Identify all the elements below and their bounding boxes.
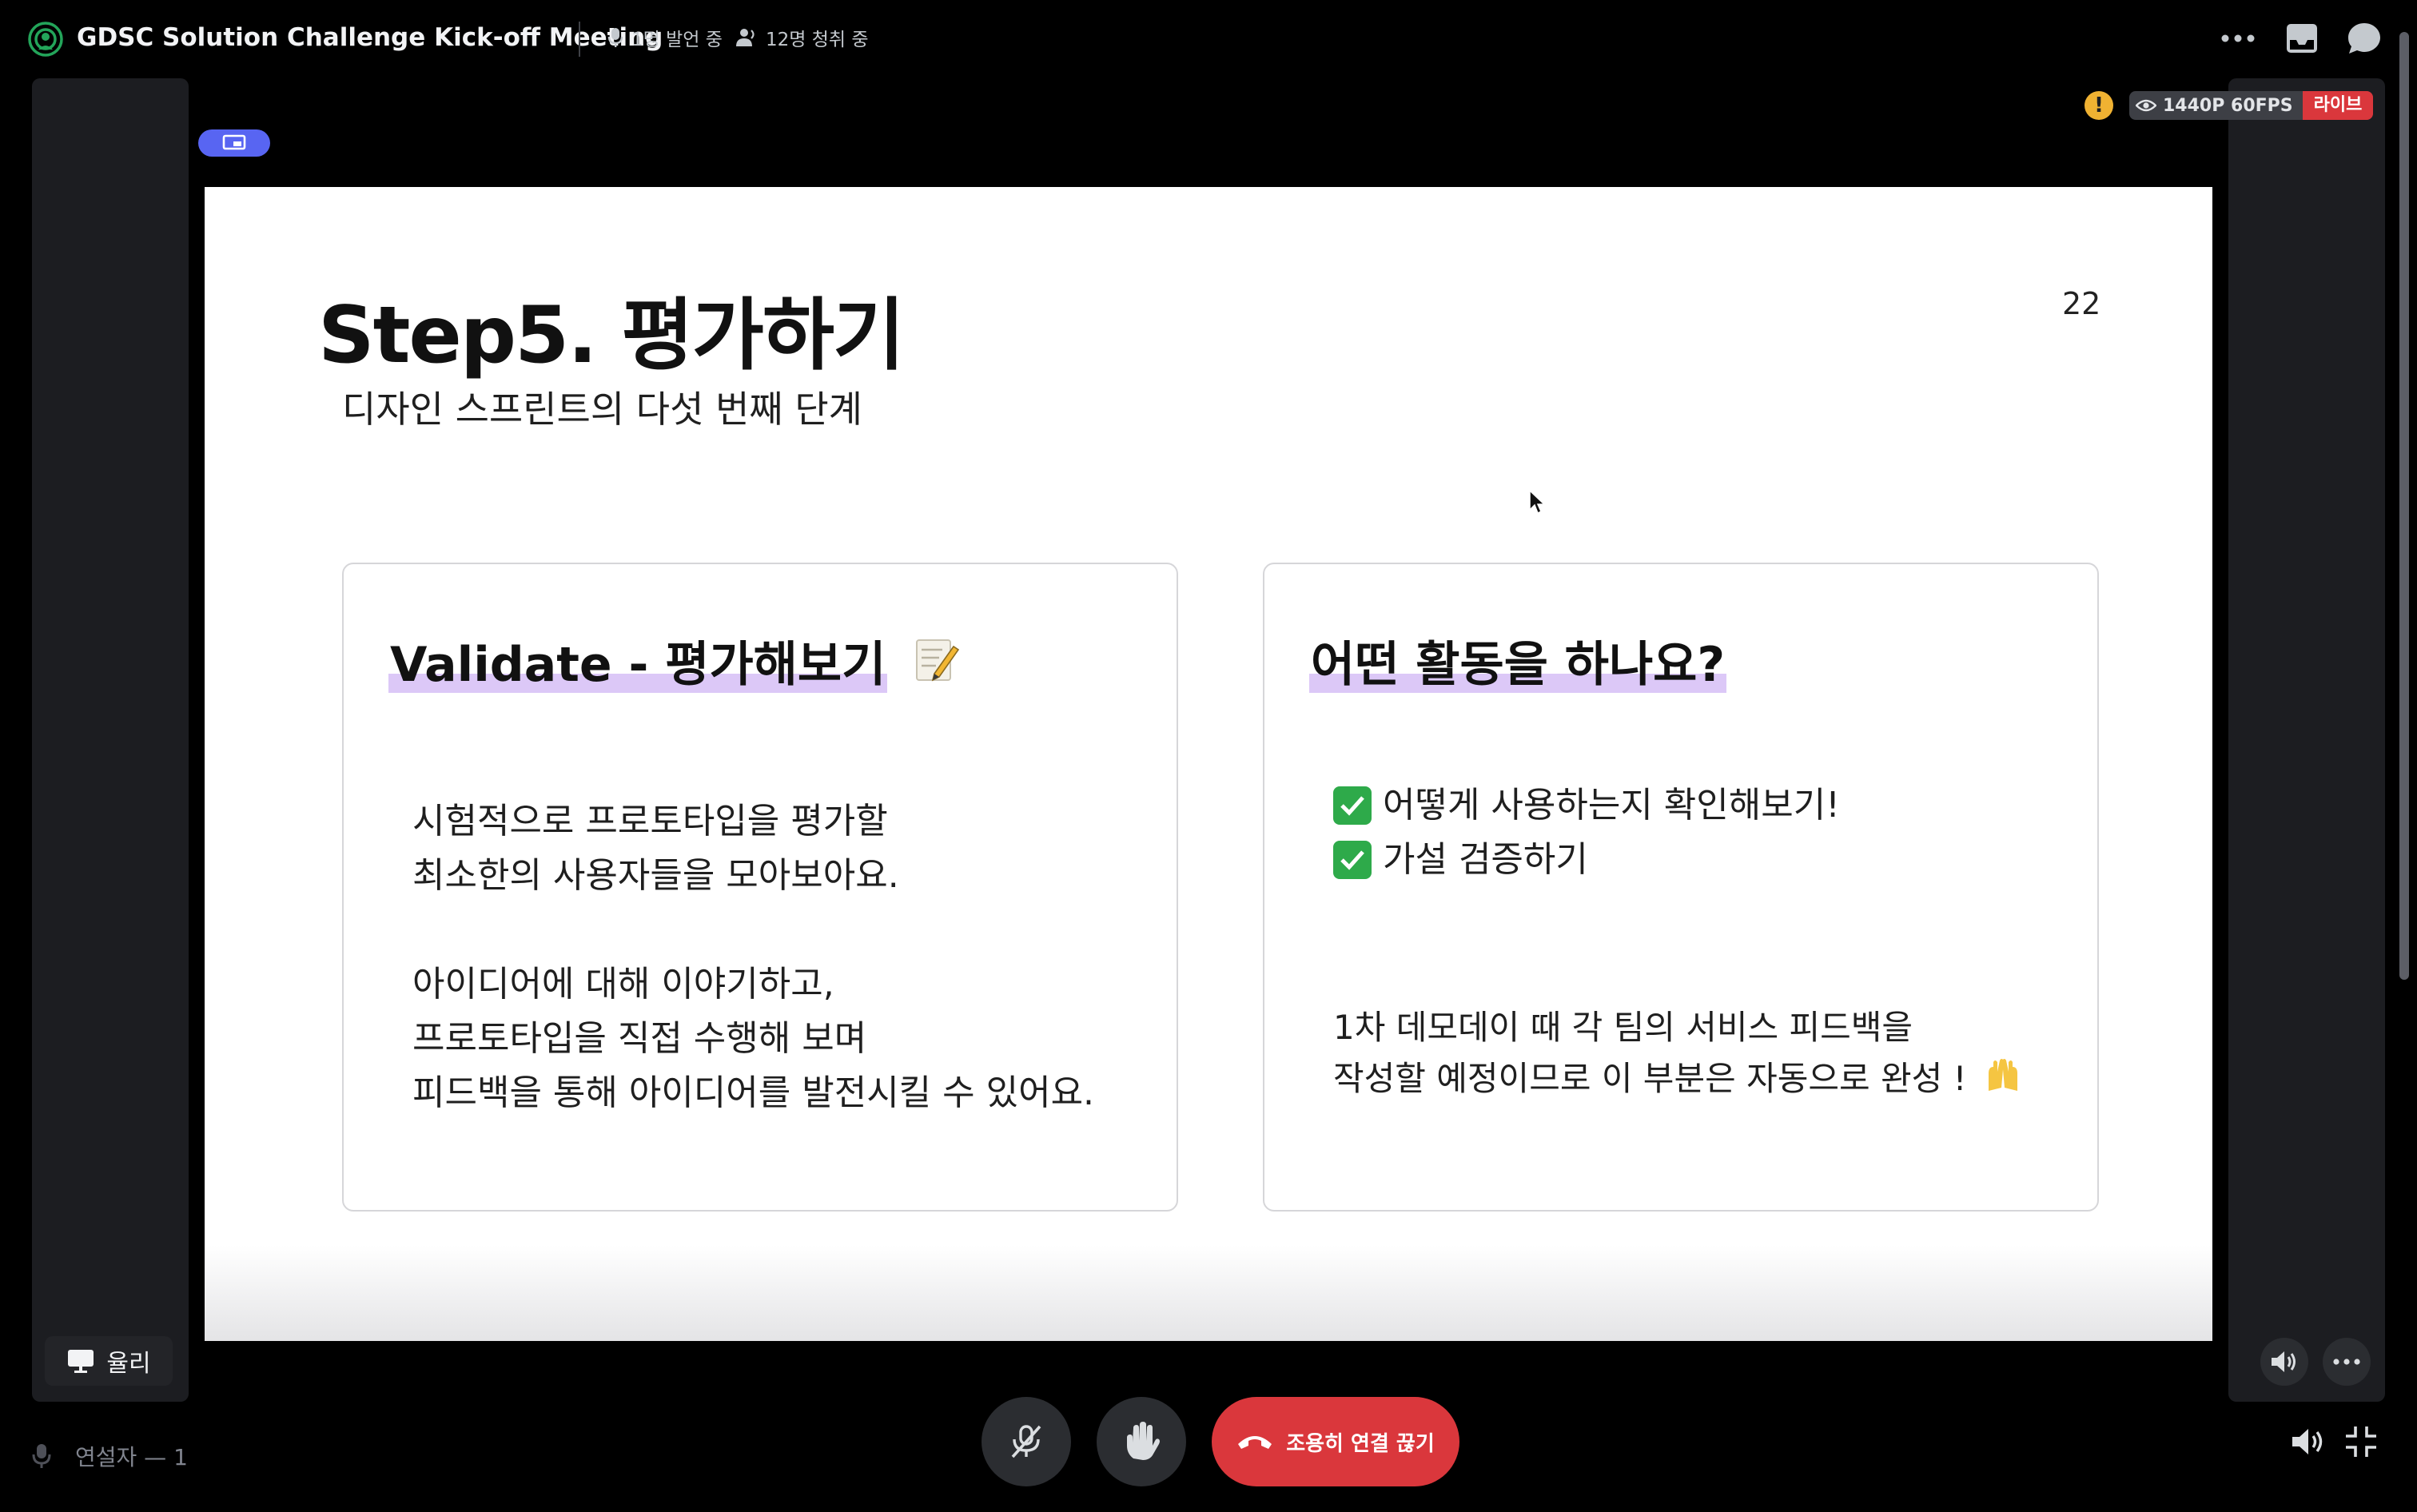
slide-title: Step5. 평가하기 [318,290,905,381]
warning-icon[interactable]: ! [2085,91,2113,120]
stream-volume-button[interactable] [2260,1338,2308,1386]
activities-card-heading: 어떤 활동을 하나요? [1309,635,1727,695]
speakers-status: 1명 발언 중 [607,19,723,56]
leave-quietly-label: 조용히 연결 끊기 [1286,1431,1435,1456]
speakers-count-label: 연설자 — 1 [75,1444,188,1470]
checklist-item: 가설 검증하기 [1333,833,1840,887]
listeners-status: 12명 청취 중 [734,19,869,56]
leave-quietly-button[interactable]: 조용히 연결 끊기 [1212,1397,1459,1486]
more-options-button[interactable] [2217,18,2259,59]
volume-icon [2272,1351,2296,1372]
inbox-icon [2287,24,2317,53]
stream-quality-label: 1440P 60FPS [2163,95,2293,116]
volume-icon [2292,1429,2323,1454]
presenter-name: 율리 [106,1350,151,1378]
check-mark-icon [1333,786,1372,825]
note-line-1: 1차 데모데이 때 각 팀의 서비스 피드백을 [1333,1008,1913,1047]
note-line-2: 작성할 예정이므로 이 부분은 자동으로 완성 ! [1333,1059,1967,1098]
exit-fullscreen-button[interactable] [2340,1421,2382,1462]
exit-fullscreen-icon [2346,1426,2376,1457]
speakers-count: 연설자 — 1 [32,1438,188,1474]
memo-pencil-icon [912,635,962,699]
right-participant-tile [2228,78,2385,1402]
listeners-icon [736,29,755,46]
validate-line-5: 피드백을 통해 아이디어를 발전시킬 수 있어요. [412,1072,1095,1113]
check-item-2-label: 가설 검증하기 [1383,839,1588,880]
hangup-icon [1238,1436,1272,1449]
speakers-status-label: 1명 발언 중 [631,30,723,50]
check-item-1-label: 어떻게 사용하는지 확인해보기! [1383,785,1840,826]
validate-card-body: 시험적으로 프로토타입을 평가할 최소한의 사용자들을 모아보아요. 아이디어에… [412,794,1094,1120]
raise-hand-button[interactable] [1097,1397,1186,1486]
mute-button[interactable] [982,1397,1071,1486]
validate-line-1: 시험적으로 프로토타입을 평가할 [412,801,888,842]
slide-subtitle: 디자인 스프린트의 다섯 번째 단계 [342,388,862,431]
stage-channel-icon [27,21,64,58]
activities-card: 어떤 활동을 하나요? 어떻게 사용하는지 확인해보기! 가설 검증하기 1차 … [1263,563,2099,1212]
scrollbar[interactable] [2399,32,2409,980]
validate-card-heading: Validate - 평가해보기 [388,635,962,699]
validate-line-3: 아이디어에 대해 이야기하고, [412,964,834,1005]
stream-more-button[interactable] [2323,1338,2371,1386]
activities-heading-text: 어떤 활동을 하나요? [1309,637,1727,693]
channel-title: GDSC Solution Challenge Kick-off Meeting [77,23,663,52]
mic-muted-icon [1011,1425,1041,1458]
validate-line-2: 최소한의 사용자들을 모아보아요. [412,855,899,896]
inbox-button[interactable] [2281,18,2323,59]
validate-heading-text: Validate - 평가해보기 [388,637,888,693]
activities-note: 1차 데모데이 때 각 팀의 서비스 피드백을 작성할 예정이므로 이 부분은 … [1333,1002,2022,1107]
mouse-cursor-icon [1529,489,1546,515]
raising-hands-icon [1984,1056,2022,1107]
live-badge: 라이브 [2302,91,2374,120]
slide-bottom-fade [205,1245,2212,1341]
listeners-status-label: 12명 청취 중 [766,30,869,50]
stream-quality-badge: 1440P 60FPS 라이브 [2129,91,2374,120]
chat-button[interactable] [2343,18,2385,59]
top-bar: GDSC Solution Challenge Kick-off Meeting… [0,0,2417,77]
volume-button[interactable] [2288,1421,2329,1462]
validate-card: Validate - 평가해보기 시험적으로 프로토타입을 평가할 최소한의 사… [342,563,1178,1212]
raise-hand-icon [1127,1422,1160,1460]
checklist-item: 어떻게 사용하는지 확인해보기! [1333,778,1840,833]
left-participant-tile [32,78,189,1402]
validate-line-4: 프로토타입을 직접 수행해 보며 [412,1018,867,1059]
microphone-icon [32,1444,51,1468]
presenter-name-tag: 율리 [45,1336,173,1386]
more-horizontal-icon [2221,34,2255,42]
check-mark-icon [1333,841,1372,879]
stream-quality-eye-icon [2136,99,2156,112]
chat-bubble-icon [2348,23,2380,54]
slide-page-number: 22 [2062,286,2101,321]
title-divider [579,22,580,57]
screen-share-badge [198,129,270,157]
shared-screen-slide: Step5. 평가하기 디자인 스프린트의 다섯 번째 단계 22 Valida… [205,187,2212,1341]
microphone-icon [607,28,623,47]
more-horizontal-icon [2333,1359,2360,1365]
activities-checklist: 어떻게 사용하는지 확인해보기! 가설 검증하기 [1333,778,1840,887]
screen-share-icon [222,134,246,150]
screen-share-icon [68,1350,94,1373]
